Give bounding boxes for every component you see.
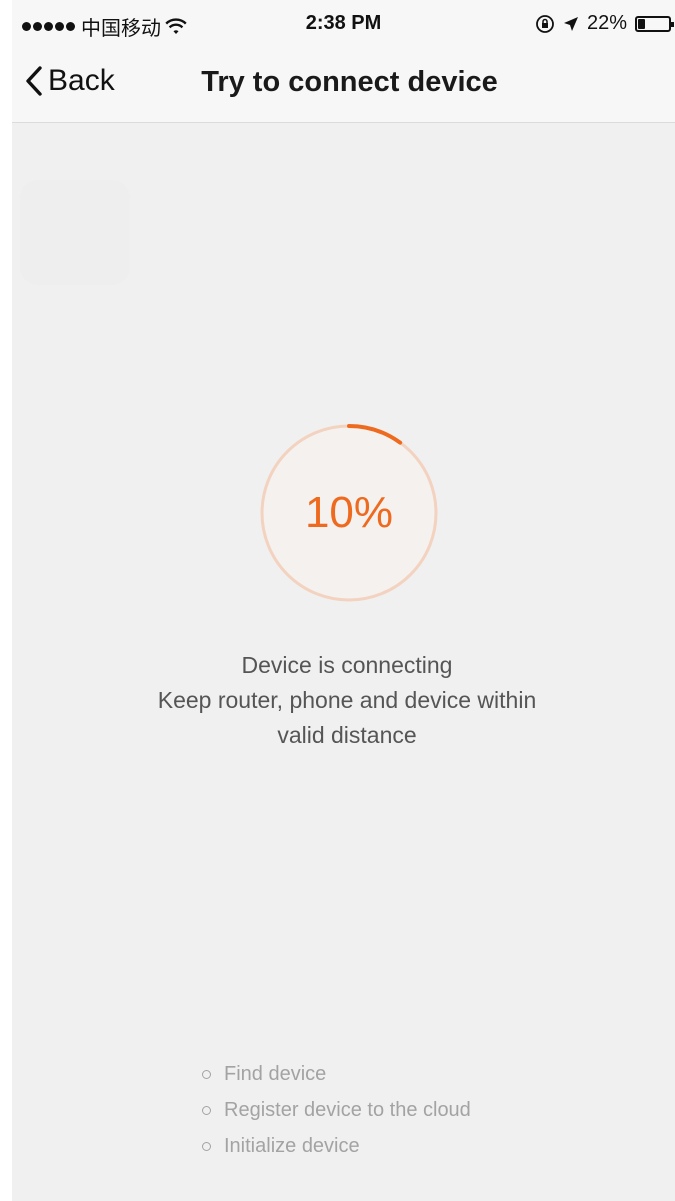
status-right: 22%: [535, 12, 674, 35]
step-label: Register device to the cloud: [224, 1098, 471, 1121]
rotation-lock-icon: [536, 14, 554, 33]
back-button[interactable]: Back: [24, 64, 115, 98]
step-item: Initialize device: [202, 1128, 471, 1164]
back-label: Back: [48, 64, 115, 97]
step-label: Find device: [224, 1062, 327, 1085]
battery-level: [638, 18, 645, 29]
message-hint-line2: valid distance: [277, 722, 417, 748]
connection-message: Device is connecting Keep router, phone …: [72, 648, 622, 753]
connect-device-screen: 中国移动 2:38 PM 22% Back Try to connect dev…: [12, 0, 675, 1201]
step-circle-icon: [202, 1069, 211, 1079]
navigation-bar: Back Try to connect device: [12, 44, 675, 123]
location-arrow-icon: [563, 16, 578, 31]
step-circle-icon: [202, 1141, 211, 1151]
status-bar: 中国移动 2:38 PM 22%: [12, 0, 675, 44]
faded-placeholder-shape: [20, 180, 130, 285]
step-label: Initialize device: [224, 1134, 360, 1157]
message-hint-line1: Keep router, phone and device within: [157, 687, 537, 713]
battery-percent: 22%: [586, 12, 627, 34]
progress-percent: 10%: [304, 488, 394, 537]
chevron-left-icon: [26, 66, 42, 96]
message-title: Device is connecting: [241, 652, 453, 678]
connection-steps: Find device Register device to the cloud…: [202, 1056, 471, 1164]
battery-icon: [635, 15, 674, 32]
step-item: Find device: [202, 1056, 471, 1092]
page-title: Try to connect device: [201, 66, 498, 98]
step-item: Register device to the cloud: [202, 1092, 471, 1128]
step-circle-icon: [202, 1105, 211, 1115]
